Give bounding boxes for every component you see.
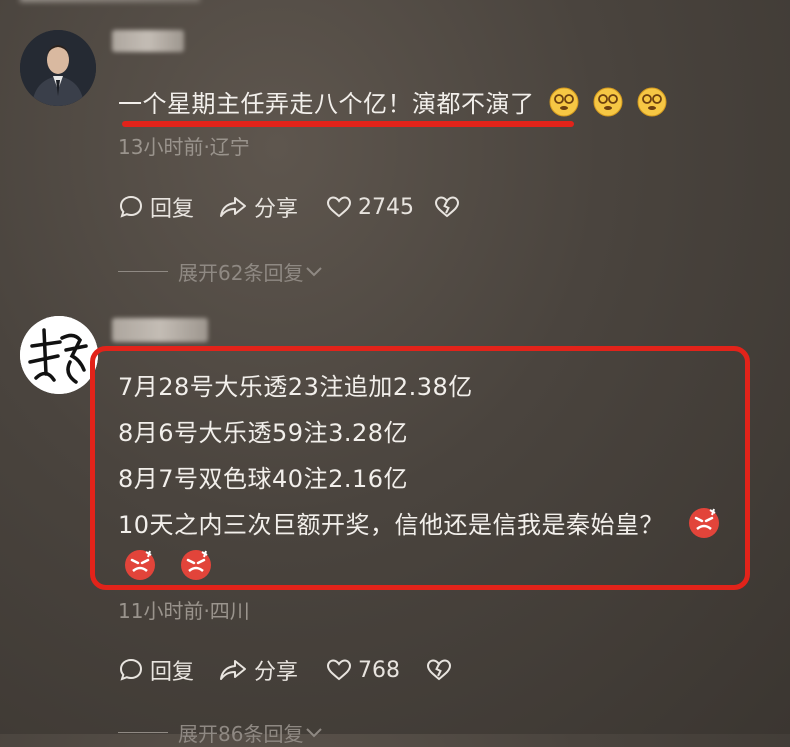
comment-actions: 回复 分享 2745 bbox=[118, 191, 538, 223]
dislike-button[interactable] bbox=[426, 658, 452, 682]
user-portrait-icon bbox=[20, 30, 96, 106]
reply-button[interactable]: 回复 bbox=[118, 654, 194, 686]
like-count: 768 bbox=[358, 657, 401, 683]
comment-text: 一个星期主任弄走八个亿！演都不演了 bbox=[118, 84, 667, 119]
comment-bubble-icon bbox=[119, 658, 143, 681]
dizzy-face-emoji bbox=[637, 87, 666, 117]
dislike-button[interactable] bbox=[434, 195, 460, 219]
dizzy-face-emoji bbox=[593, 87, 622, 117]
avatar[interactable] bbox=[20, 316, 98, 394]
like-count: 2745 bbox=[358, 194, 415, 220]
expand-label: 展开86条回复 bbox=[178, 722, 304, 746]
expand-replies[interactable]: 展开86条回复 bbox=[118, 718, 323, 747]
red-box-annotation bbox=[90, 346, 750, 590]
expand-divider bbox=[118, 732, 168, 733]
share-button[interactable]: 分享 bbox=[218, 191, 298, 223]
expand-replies[interactable]: 展开62条回复 bbox=[118, 257, 323, 286]
avatar[interactable] bbox=[20, 30, 96, 106]
calligraphy-avatar-icon bbox=[20, 316, 98, 394]
reply-label: 回复 bbox=[150, 660, 195, 685]
share-arrow-icon bbox=[220, 660, 247, 680]
red-underline-annotation bbox=[122, 121, 574, 127]
like-button[interactable]: 768 bbox=[326, 658, 400, 683]
timestamp-location: 13小时前·辽宁 bbox=[118, 135, 250, 159]
heart-icon bbox=[327, 196, 352, 218]
blurred-username[interactable] bbox=[112, 318, 208, 342]
share-button[interactable]: 分享 bbox=[218, 654, 298, 686]
blurred-username[interactable] bbox=[112, 30, 184, 52]
reply-button[interactable]: 回复 bbox=[118, 191, 194, 223]
dizzy-face-emoji bbox=[549, 87, 578, 117]
share-arrow-icon bbox=[220, 197, 247, 217]
heart-icon bbox=[327, 659, 352, 681]
share-label: 分享 bbox=[254, 197, 299, 222]
share-label: 分享 bbox=[254, 660, 299, 685]
chevron-down-icon bbox=[306, 727, 323, 737]
broken-heart-icon bbox=[427, 659, 452, 681]
like-button[interactable]: 2745 bbox=[326, 195, 414, 220]
cutoff-text bbox=[20, 0, 200, 2]
comment-bubble-icon bbox=[119, 195, 143, 218]
chevron-down-icon bbox=[306, 266, 323, 276]
reply-label: 回复 bbox=[150, 197, 195, 222]
expand-divider bbox=[118, 271, 168, 272]
comment-actions: 回复 分享 768 bbox=[118, 654, 538, 686]
broken-heart-icon bbox=[435, 196, 460, 218]
timestamp-location: 11小时前·四川 bbox=[118, 599, 250, 623]
expand-label: 展开62条回复 bbox=[178, 261, 304, 285]
